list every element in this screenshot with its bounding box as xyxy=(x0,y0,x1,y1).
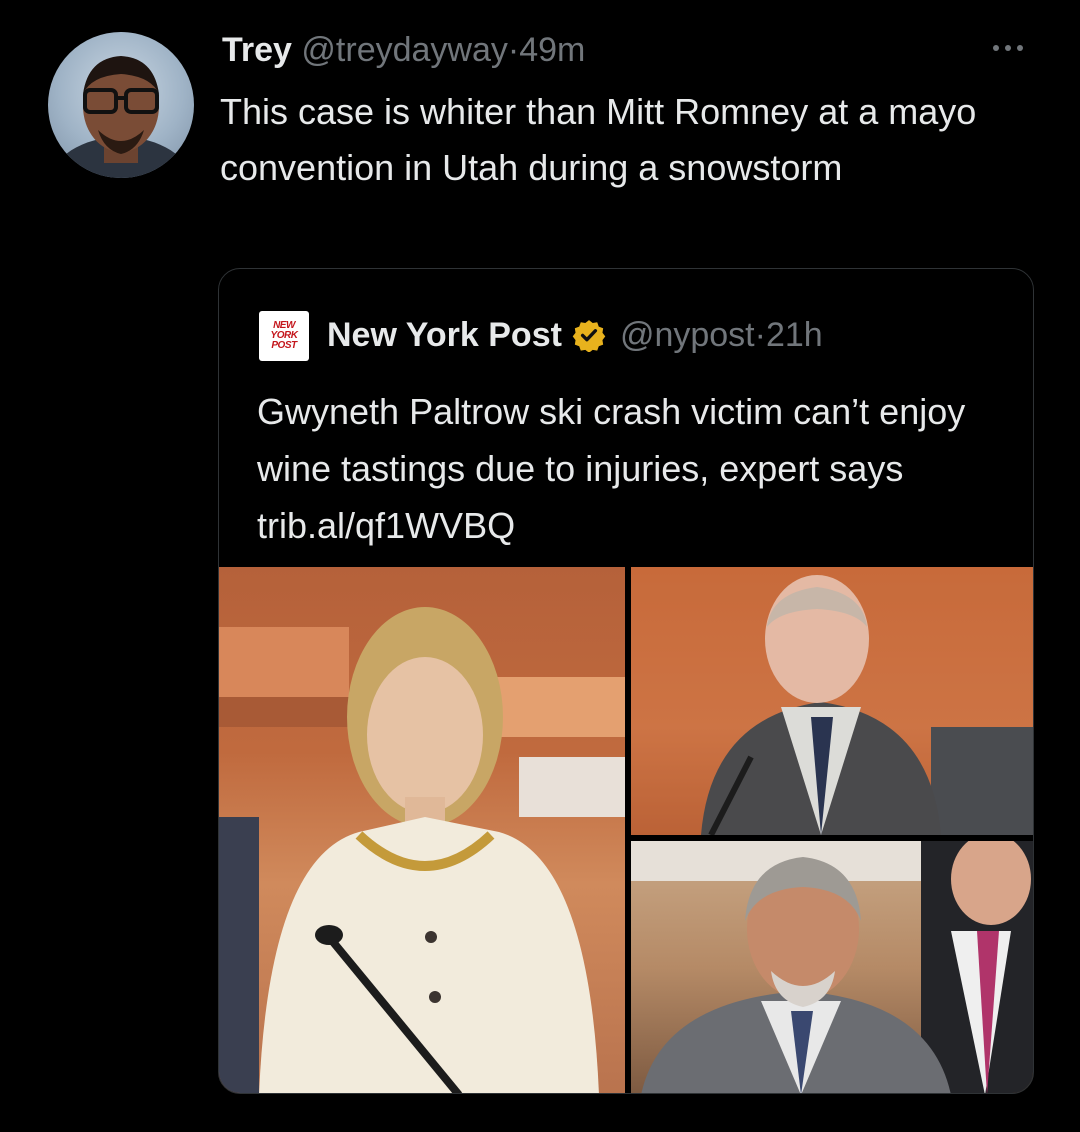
dot xyxy=(993,45,999,51)
verified-badge-icon xyxy=(572,320,606,352)
older-man-witness-stand-photo[interactable] xyxy=(631,567,1033,835)
dot xyxy=(1017,45,1023,51)
more-dots-icon[interactable] xyxy=(986,38,1030,58)
timestamp[interactable]: 49m xyxy=(519,31,585,69)
quoted-tweet-card[interactable]: NEW YORK POST New York Post @nypost · 21h … xyxy=(218,268,1034,1094)
quoted-author-name[interactable]: New York Post xyxy=(327,313,562,357)
author-name[interactable]: Trey xyxy=(222,31,292,69)
gray-haired-man-courtroom-photo[interactable] xyxy=(631,841,1033,1093)
quoted-timestamp[interactable]: 21h xyxy=(766,313,823,357)
separator: · xyxy=(754,316,766,354)
older-man-illustration xyxy=(631,567,1033,835)
tweet-text: This case is whiter than Mitt Romney at … xyxy=(220,91,977,188)
quoted-tweet-text: Gwyneth Paltrow ski crash victim can’t e… xyxy=(257,391,966,546)
separator: · xyxy=(507,31,520,69)
author-handle[interactable]: @treydayway xyxy=(301,31,507,69)
quoted-tweet-header: New York Post @nypost · 21h xyxy=(327,313,823,357)
profile-avatar-image xyxy=(51,56,191,178)
woman-in-courtroom-illustration xyxy=(219,607,625,1093)
nypost-logo: NEW YORK POST xyxy=(259,311,309,361)
media-grid xyxy=(219,567,1033,1093)
gray-haired-man-illustration xyxy=(631,841,1033,1093)
avatar[interactable] xyxy=(48,32,194,178)
woman-in-courtroom-photo[interactable] xyxy=(219,567,625,1093)
quoted-author-handle[interactable]: @nypost xyxy=(620,313,755,357)
nypost-logo-text: NEW YORK POST xyxy=(270,320,298,351)
dot xyxy=(1005,45,1011,51)
tweet-header: Trey @treydayway·49m xyxy=(222,28,585,72)
